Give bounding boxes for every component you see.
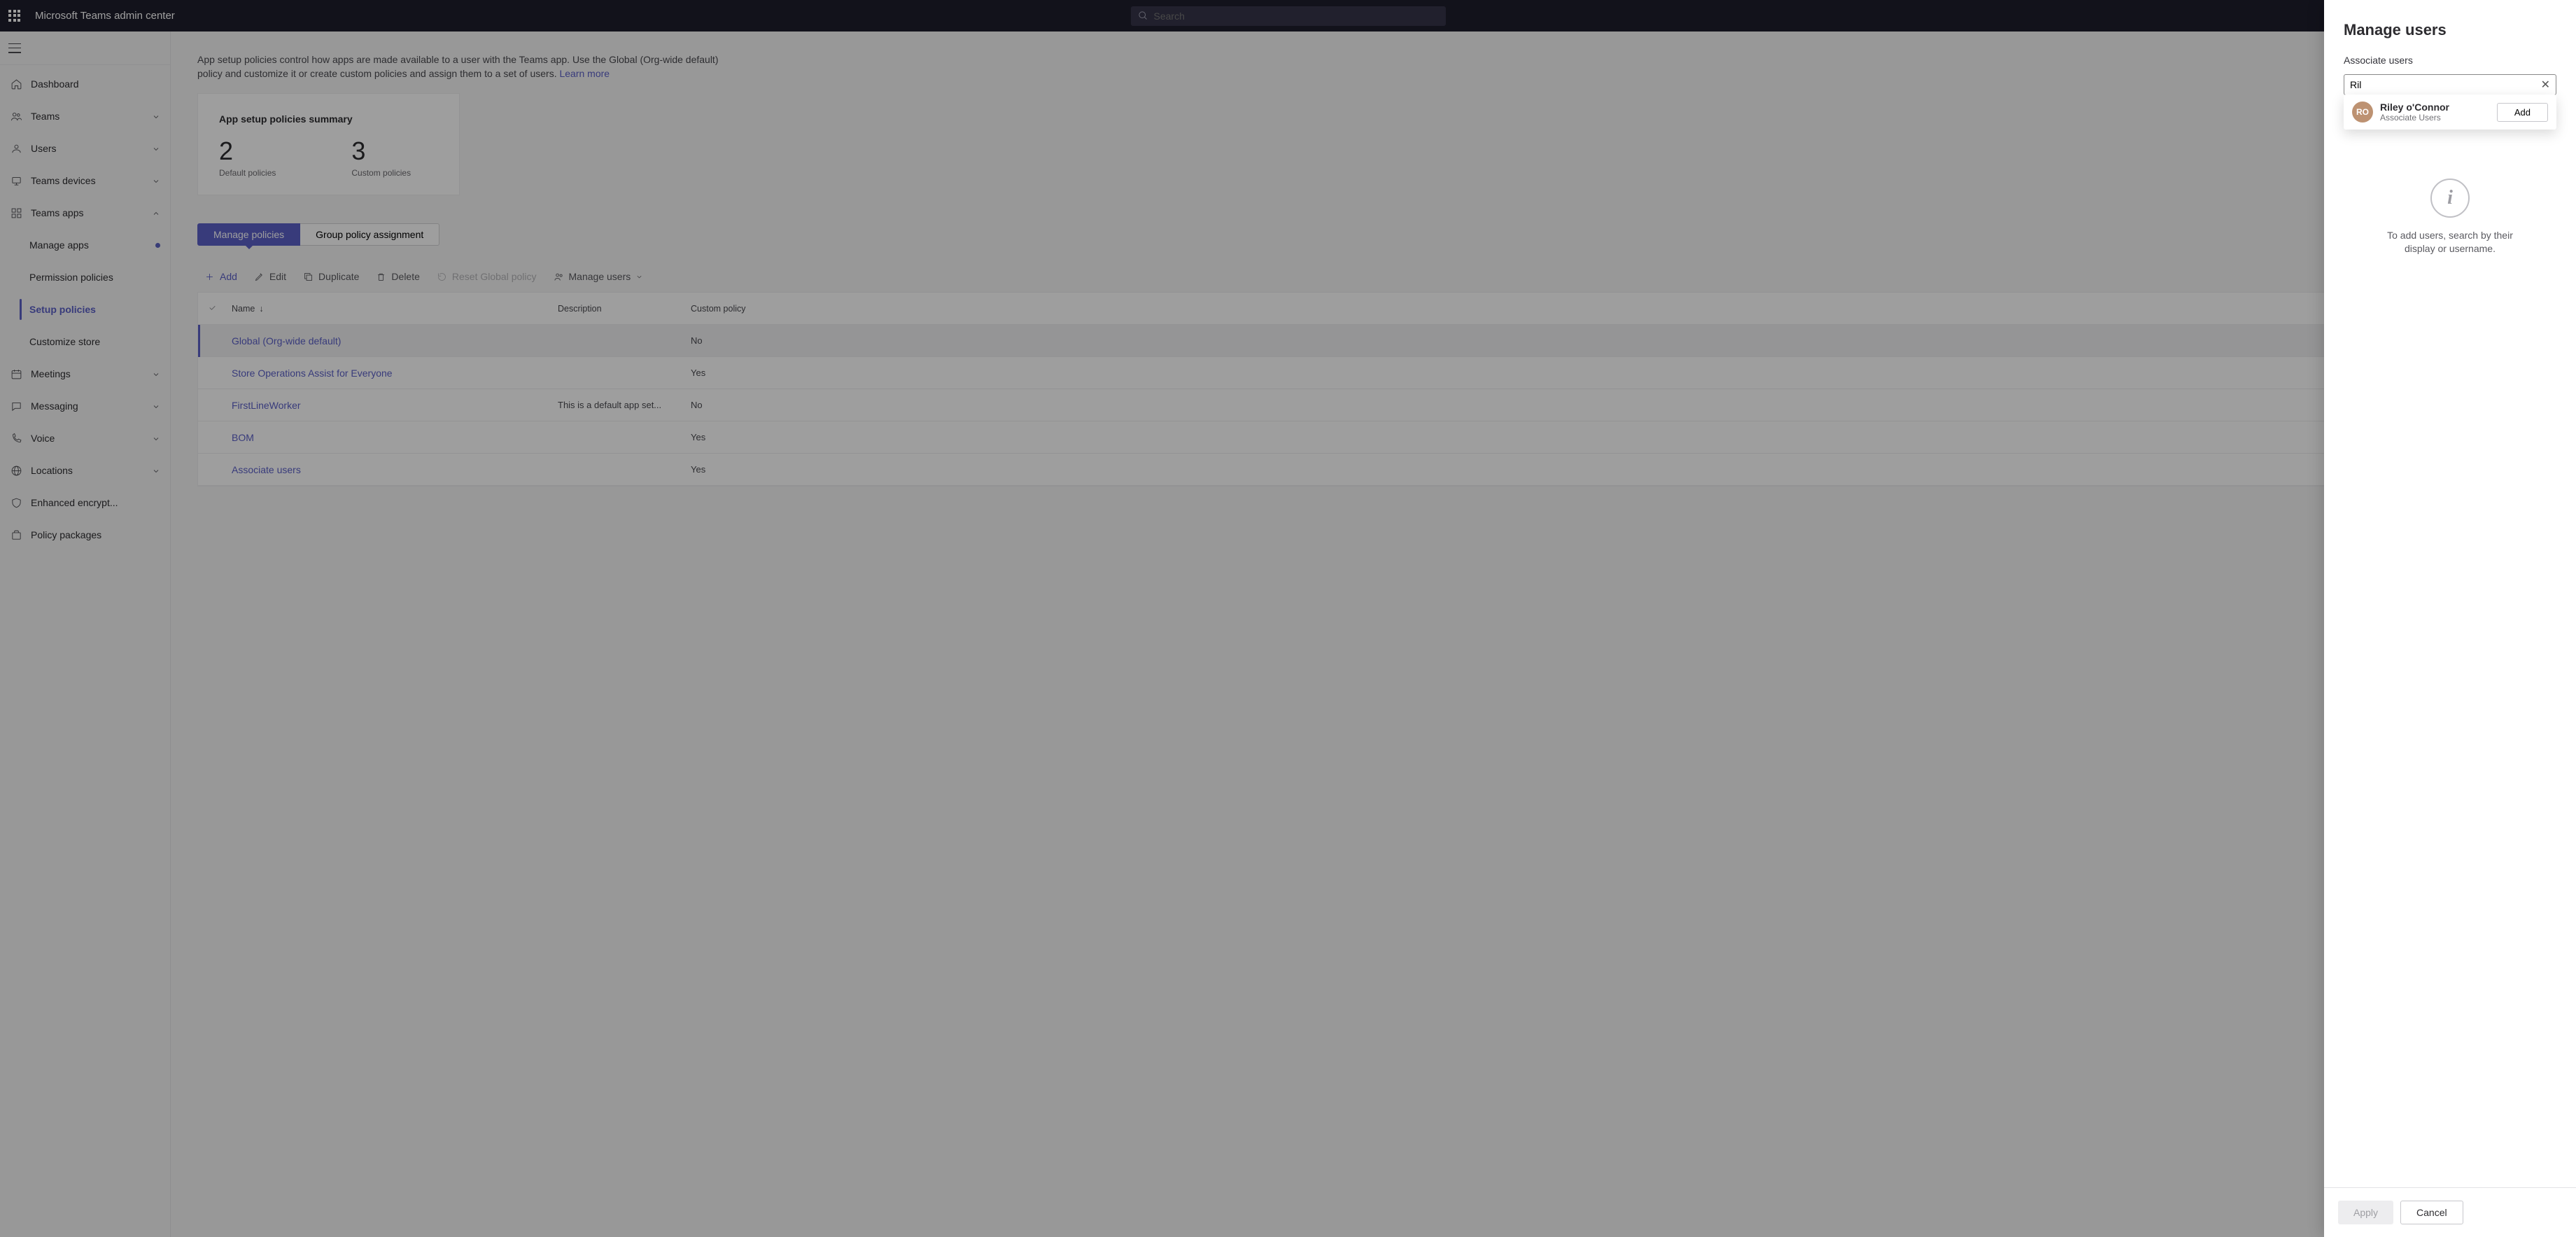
overlay-scrim[interactable] (0, 0, 2576, 1237)
apply-button[interactable]: Apply (2338, 1201, 2393, 1224)
manage-users-panel: Manage users Associate users ✕ RO Riley … (2324, 0, 2576, 1237)
info-icon: i (2430, 179, 2470, 218)
cancel-button[interactable]: Cancel (2400, 1201, 2463, 1224)
avatar: RO (2352, 102, 2373, 123)
panel-footer: Apply Cancel (2324, 1187, 2576, 1237)
panel-subtitle: Associate users (2324, 46, 2576, 74)
user-search-box[interactable]: ✕ (2344, 74, 2556, 95)
add-user-button[interactable]: Add (2497, 103, 2548, 122)
panel-title: Manage users (2324, 0, 2576, 46)
search-result-item[interactable]: RO Riley o'Connor Associate Users Add (2344, 95, 2556, 130)
user-search-input[interactable] (2350, 79, 2541, 90)
result-subtitle: Associate Users (2380, 113, 2449, 123)
panel-empty-state: i To add users, search by their display … (2324, 130, 2576, 1187)
result-name: Riley o'Connor (2380, 102, 2449, 113)
info-text: To add users, search by their display or… (2380, 229, 2520, 256)
clear-search-icon[interactable]: ✕ (2541, 78, 2550, 92)
